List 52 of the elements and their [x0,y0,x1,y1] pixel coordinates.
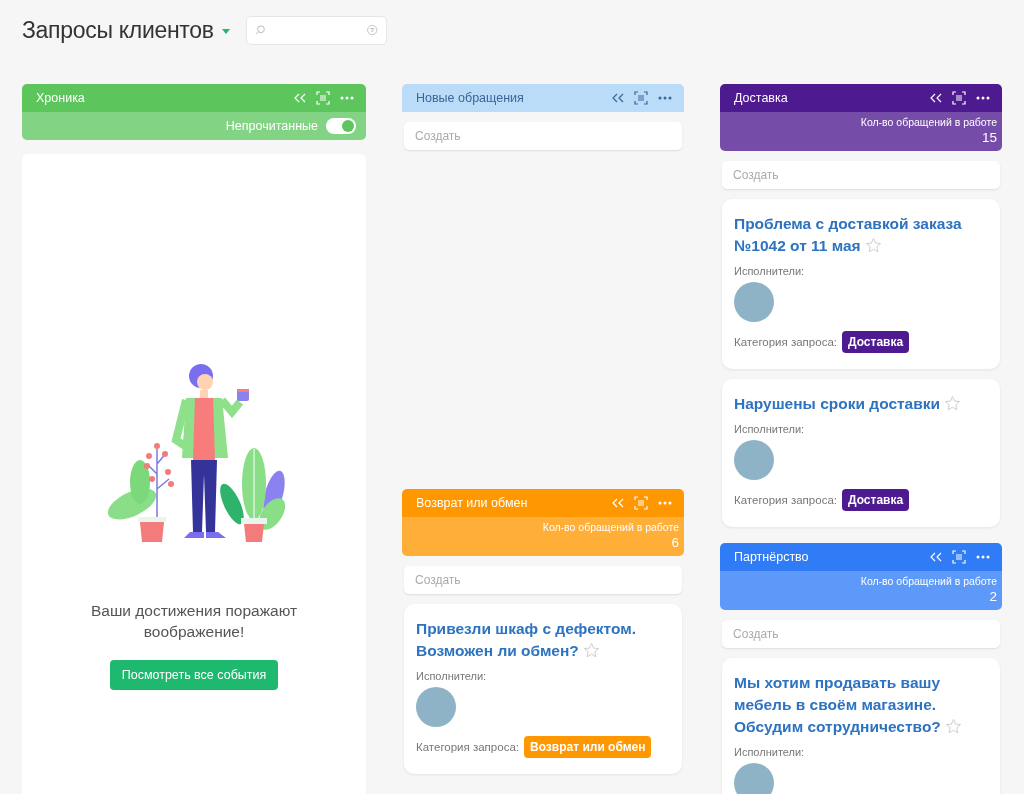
select-icon[interactable] [634,91,648,105]
request-card[interactable]: Мы хотим продавать вашу мебель в своём магазине. Обсудим сотрудничество? Исполнители: [722,658,1000,794]
filter-icon[interactable] [367,23,378,37]
star-icon[interactable] [944,395,962,412]
create-field[interactable]: Создать [404,566,682,594]
page-title: Запросы клиентов [22,16,214,44]
category-tag: Возврат или обмен [524,736,652,758]
avatar-photo-placeholder[interactable] [734,282,774,322]
category-tag: Доставка [842,331,910,353]
assignees-label: Исполнители: [734,265,806,277]
category-label: Категория запроса: [734,494,837,506]
create-field[interactable]: Создать [404,122,682,150]
filter-label: Непрочитанные [225,119,318,133]
card-title-link[interactable]: Привезли шкаф с дефектом. Возможен ли обмен? [416,618,670,662]
assignees-label: Исполнители: [734,423,806,435]
toggle-switch[interactable] [326,118,356,134]
create-field[interactable]: Создать [722,620,1000,648]
counter-label: Кол-во обращений в работе [860,116,997,128]
request-card[interactable]: Проблема с доставкой заказа №1042 от 11 мая Исполнители: Категория запроса: Доставка [722,199,1000,369]
star-icon[interactable] [944,718,962,735]
assignees-label: Исполнители: [416,670,488,682]
card-title-link[interactable]: Нарушены сроки доставки [734,393,988,415]
avatar-photo-placeholder[interactable] [734,440,774,480]
category-label: Категория запроса: [734,336,837,348]
card-title-link[interactable]: Проблема с доставкой заказа №1042 от 11 мая [734,213,988,257]
column-title: Доставка [734,91,788,105]
counter-label: Кол-во обращений в работе [542,521,679,533]
search-field[interactable] [245,15,387,45]
search-icon [254,23,266,37]
counter-value: 15 [981,130,997,145]
column-title: Новые обращения [416,91,524,105]
star-icon[interactable] [864,237,882,254]
column-title: Возврат или обмен [416,496,528,510]
avatar-photo-placeholder[interactable] [734,763,774,794]
view-all-events-button[interactable]: Посмотреть все события [109,660,279,690]
counter-value: 2 [989,589,997,604]
card-title-link[interactable]: Мы хотим продавать вашу мебель в своём магазине. Обсудим сотрудничество? [734,672,988,738]
column-title: Партнёрство [734,550,809,564]
more-icon[interactable] [976,96,990,100]
assignees-label: Исполнители: [734,746,806,758]
request-card[interactable]: Привезли шкаф с дефектом. Возможен ли обмен? Исполнители: Категория запроса: Возврат или обмен [404,604,682,774]
caret-icon[interactable] [221,28,230,34]
request-card[interactable]: Нарушены сроки доставки Исполнители: Категория запроса: Доставка [722,379,1000,527]
create-field[interactable]: Создать [722,161,1000,189]
counter-label: Кол-во обращений в работе [860,575,997,587]
category-tag: Доставка [842,489,910,511]
category-label: Категория запроса: [416,741,519,753]
empty-state-message: Ваши достижения поражают воображение! [89,601,299,642]
counter-value: 6 [671,535,679,550]
column-title: Хроника [36,91,85,105]
avatar-photo-placeholder[interactable] [416,687,456,727]
star-icon[interactable] [582,642,600,659]
